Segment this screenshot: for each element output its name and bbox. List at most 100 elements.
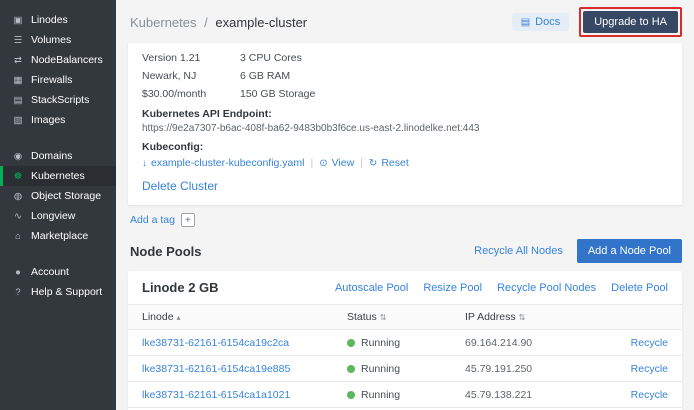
sort-icon: ⇅	[380, 313, 387, 322]
spec-cpu: 3 CPU Cores	[240, 52, 668, 64]
sidebar-item-volumes[interactable]: ☰ Volumes	[0, 30, 116, 50]
download-icon: ↓	[142, 158, 147, 169]
kubernetes-icon: ☸	[12, 171, 24, 182]
sidebar-item-label: Images	[31, 114, 65, 126]
sidebar-item-label: Linodes	[31, 14, 68, 26]
sidebar-item-kubernetes[interactable]: ☸ Kubernetes	[0, 166, 116, 186]
status-running-dot	[347, 339, 355, 347]
add-node-pool-button[interactable]: Add a Node Pool	[577, 239, 682, 263]
marketplace-icon: ⌂	[12, 231, 24, 242]
sidebar-item-account[interactable]: ● Account	[0, 262, 116, 282]
sidebar-item-label: Kubernetes	[31, 170, 85, 182]
status-label: Running	[361, 363, 400, 375]
topbar: Kubernetes / example-cluster ▤ Docs Upgr…	[116, 0, 694, 43]
spec-region: Newark, NJ	[142, 70, 240, 82]
status-running-dot	[347, 391, 355, 399]
sidebar-item-object-storage[interactable]: ◍ Object Storage	[0, 186, 116, 206]
upgrade-to-ha-button[interactable]: Upgrade to HA	[583, 11, 678, 33]
kubeconfig-reset-link[interactable]: ↻ Reset	[369, 157, 409, 169]
breadcrumb-current-cluster: example-cluster	[215, 15, 307, 30]
kubeconfig-label: Kubeconfig:	[142, 141, 668, 153]
object-storage-icon: ◍	[12, 191, 24, 202]
docs-link[interactable]: ▤ Docs	[512, 13, 570, 31]
nodebalancers-icon: ⇄	[12, 55, 24, 66]
delete-cluster-link[interactable]: Delete Cluster	[142, 179, 218, 193]
view-label: View	[332, 157, 355, 169]
sidebar-item-label: Account	[31, 266, 69, 278]
recycle-node-link[interactable]: Recycle	[590, 389, 668, 401]
sort-icon: ⇅	[519, 313, 526, 322]
docs-label: Docs	[535, 16, 560, 28]
sidebar-item-stackscripts[interactable]: ▤ StackScripts	[0, 90, 116, 110]
reset-icon: ↻	[369, 158, 377, 169]
separator: |	[310, 157, 313, 169]
kubeconfig-download-link[interactable]: ↓ example-cluster-kubeconfig.yaml	[142, 157, 304, 169]
node-link[interactable]: lke38731-62161-6154ca19c2ca	[142, 337, 347, 349]
status-cell: Running	[347, 389, 465, 401]
ip-address: 69.164.214.90	[465, 337, 590, 349]
table-header-row: Linode▴ Status⇅ IP Address⇅	[128, 304, 682, 329]
pool-card-header: Linode 2 GB Autoscale Pool Resize Pool R…	[128, 271, 682, 304]
longview-icon: ∿	[12, 211, 24, 222]
spec-ram: 6 GB RAM	[240, 70, 668, 82]
api-endpoint-label: Kubernetes API Endpoint:	[142, 108, 668, 120]
status-running-dot	[347, 365, 355, 373]
sidebar-item-label: Firewalls	[31, 74, 72, 86]
column-header-linode[interactable]: Linode▴	[142, 311, 347, 323]
recycle-node-link[interactable]: Recycle	[590, 363, 668, 375]
domains-icon: ◉	[12, 151, 24, 162]
sidebar-item-firewalls[interactable]: ▦ Firewalls	[0, 70, 116, 90]
resize-pool-link[interactable]: Resize Pool	[423, 282, 482, 294]
pool-nodes-table: Linode▴ Status⇅ IP Address⇅ lke38731-621…	[128, 304, 682, 410]
kubeconfig-actions: ↓ example-cluster-kubeconfig.yaml | ⊙ Vi…	[142, 157, 668, 169]
delete-pool-link[interactable]: Delete Pool	[611, 282, 668, 294]
node-pool-card: Linode 2 GB Autoscale Pool Resize Pool R…	[128, 271, 682, 410]
sidebar-item-label: Volumes	[31, 34, 71, 46]
sidebar-item-linodes[interactable]: ▣ Linodes	[0, 10, 116, 30]
sidebar-item-help-support[interactable]: ? Help & Support	[0, 282, 116, 302]
recycle-all-nodes-link[interactable]: Recycle All Nodes	[474, 245, 563, 257]
linode-icon: ▣	[12, 15, 24, 26]
firewalls-icon: ▦	[12, 75, 24, 86]
add-tag-plus-button[interactable]: +	[181, 213, 195, 227]
sidebar-item-label: Marketplace	[31, 230, 88, 242]
sidebar-item-domains[interactable]: ◉ Domains	[0, 146, 116, 166]
breadcrumb: Kubernetes / example-cluster	[130, 15, 307, 30]
sidebar-item-label: Object Storage	[31, 190, 101, 202]
node-pools-header: Node Pools Recycle All Nodes Add a Node …	[130, 239, 682, 263]
sidebar-item-label: StackScripts	[31, 94, 89, 106]
account-icon: ●	[12, 267, 24, 278]
kubeconfig-view-link[interactable]: ⊙ View	[319, 157, 354, 169]
sort-asc-icon: ▴	[177, 313, 181, 322]
recycle-node-link[interactable]: Recycle	[590, 337, 668, 349]
view-icon: ⊙	[319, 158, 327, 169]
breadcrumb-separator: /	[204, 15, 208, 30]
table-row: lke38731-62161-6154ca19e885 Running 45.7…	[128, 355, 682, 381]
sidebar-item-label: NodeBalancers	[31, 54, 103, 66]
docs-icon: ▤	[521, 17, 530, 28]
node-link[interactable]: lke38731-62161-6154ca19e885	[142, 363, 347, 375]
node-link[interactable]: lke38731-62161-6154ca1a1021	[142, 389, 347, 401]
node-pools-actions: Recycle All Nodes Add a Node Pool	[474, 239, 682, 263]
column-header-status[interactable]: Status⇅	[347, 311, 465, 323]
breadcrumb-kubernetes[interactable]: Kubernetes	[130, 15, 197, 30]
column-header-ip-address[interactable]: IP Address⇅	[465, 311, 590, 323]
sidebar: ▣ Linodes ☰ Volumes ⇄ NodeBalancers ▦ Fi…	[0, 0, 116, 410]
reset-label: Reset	[381, 157, 408, 169]
cluster-summary-card: Version 1.21 3 CPU Cores Newark, NJ 6 GB…	[128, 43, 682, 205]
stackscripts-icon: ▤	[12, 95, 24, 106]
sidebar-item-marketplace[interactable]: ⌂ Marketplace	[0, 226, 116, 246]
spec-version: Version 1.21	[142, 52, 240, 64]
sidebar-item-label: Longview	[31, 210, 75, 222]
sidebar-item-label: Domains	[31, 150, 72, 162]
status-cell: Running	[347, 363, 465, 375]
sidebar-item-longview[interactable]: ∿ Longview	[0, 206, 116, 226]
autoscale-pool-link[interactable]: Autoscale Pool	[335, 282, 408, 294]
status-label: Running	[361, 389, 400, 401]
sidebar-item-images[interactable]: ▧ Images	[0, 110, 116, 130]
table-row: lke38731-62161-6154ca1a1021 Running 45.7…	[128, 381, 682, 407]
sidebar-item-nodebalancers[interactable]: ⇄ NodeBalancers	[0, 50, 116, 70]
add-tag-link[interactable]: Add a tag	[130, 214, 175, 226]
sidebar-item-label: Help & Support	[31, 286, 102, 298]
recycle-pool-nodes-link[interactable]: Recycle Pool Nodes	[497, 282, 596, 294]
